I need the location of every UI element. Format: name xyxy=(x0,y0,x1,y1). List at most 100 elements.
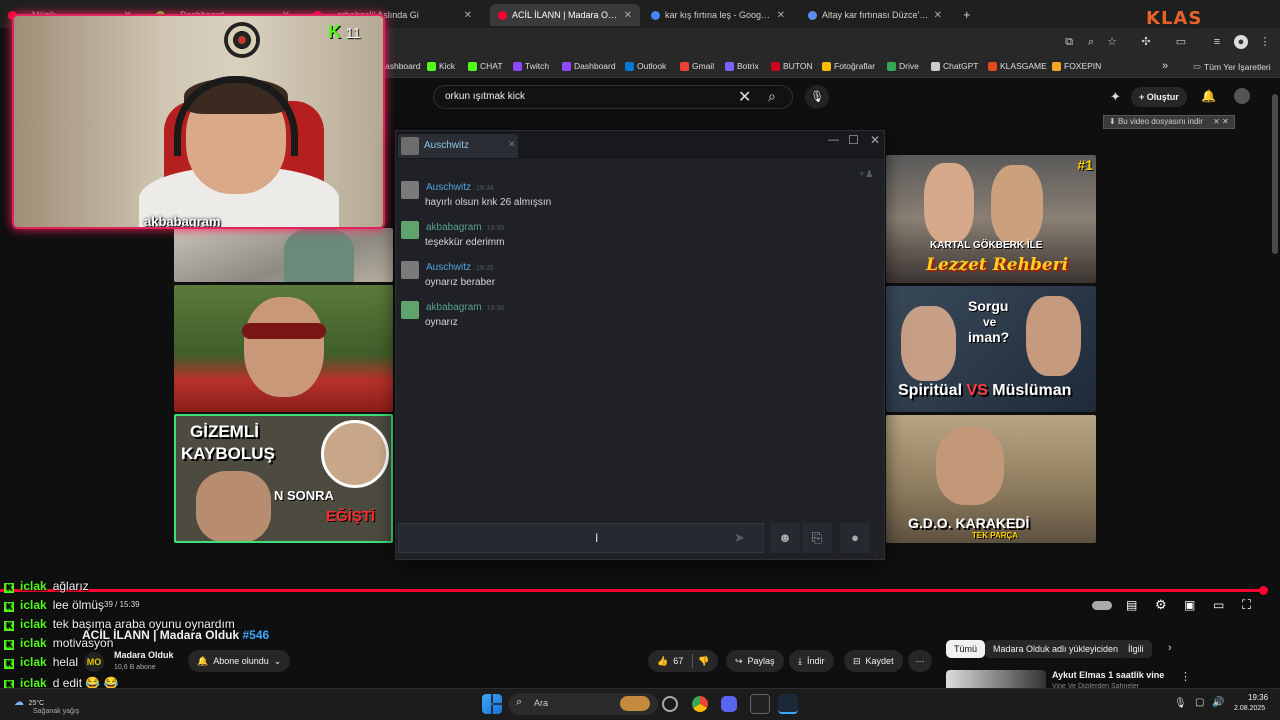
message-author[interactable]: Auschwitz 19:35 xyxy=(426,262,494,273)
chips-next-icon[interactable]: › xyxy=(1168,642,1172,654)
clock-date[interactable]: 2.08.2025 xyxy=(1234,705,1265,712)
close-window-icon[interactable]: ✕ xyxy=(870,133,880,147)
message-author[interactable]: Auschwitz 19:34 xyxy=(426,182,494,193)
download-button[interactable]: ⤓ İndir xyxy=(789,650,834,672)
page-scrollbar[interactable] xyxy=(1272,94,1278,254)
search-icon[interactable]: ⌕ xyxy=(768,88,776,105)
bookmarks-more[interactable]: » xyxy=(1162,60,1168,72)
create-button[interactable]: + Oluştur xyxy=(1131,87,1187,107)
media-icon[interactable]: ≡ xyxy=(1210,35,1224,49)
bookmark-item[interactable]: Gmail xyxy=(680,61,714,71)
thumbnail-right-2[interactable]: Sorgu ve iman? Spiritüal VS Müslüman xyxy=(886,286,1096,412)
weather-widget[interactable]: ☁ 25°C Sağanak yağış xyxy=(14,692,79,715)
message-avatar[interactable] xyxy=(401,181,419,199)
miniplayer-icon[interactable]: ▣ xyxy=(1184,598,1195,612)
more-actions-button[interactable]: ⋯ xyxy=(908,650,932,672)
close-tab-icon[interactable]: ✕ xyxy=(464,10,472,21)
thumbnail-left-1[interactable] xyxy=(174,228,393,282)
banner-close-icon[interactable]: ⨯ ✕ xyxy=(1213,117,1229,126)
obs-icon[interactable] xyxy=(750,694,770,714)
filter-chip[interactable]: İlgili xyxy=(1120,640,1152,658)
maximize-icon[interactable]: ☐ xyxy=(848,133,859,147)
clear-search-icon[interactable]: ✕ xyxy=(738,87,751,107)
notifications-bell-icon[interactable]: 🔔 xyxy=(1201,89,1216,103)
subscribed-button[interactable]: 🔔 Abone olundu ⌄ xyxy=(188,650,291,672)
steam-icon[interactable] xyxy=(778,694,798,714)
discord-icon[interactable] xyxy=(721,696,737,712)
filter-chip[interactable]: Tümü xyxy=(946,640,986,658)
send-button[interactable]: ➤ xyxy=(734,530,745,546)
mic-tray-icon[interactable]: 🎙 xyxy=(1174,698,1187,709)
related-video-title[interactable]: Aykut Elmas 1 saatlik vine xyxy=(1052,670,1164,680)
emoji-button[interactable]: ☻ xyxy=(770,523,800,553)
bookmark-item[interactable]: KLASGAME xyxy=(988,61,1047,71)
bookmark-star-icon[interactable]: ☆ xyxy=(1105,35,1119,49)
new-tab-button[interactable]: + xyxy=(963,7,971,22)
chat-tab[interactable]: Auschwitz ✕ xyxy=(398,134,518,158)
bookmark-item[interactable]: FOXEPIN xyxy=(1052,61,1101,71)
download-video-banner[interactable]: ⬇ Bu video dosyasını indir ⨯ ✕ xyxy=(1103,115,1235,129)
related-video-thumb[interactable] xyxy=(946,670,1046,688)
network-tray-icon[interactable]: ▢ xyxy=(1195,697,1204,708)
settings-gear-icon[interactable]: ⚙ xyxy=(1155,597,1167,613)
bookmark-item[interactable]: Fotoğraflar xyxy=(822,61,875,71)
bookmark-item[interactable]: Outlook xyxy=(625,61,666,71)
bookmark-item[interactable]: Botrix xyxy=(725,61,759,71)
sidepanel-icon[interactable]: ▭ xyxy=(1174,35,1188,49)
browser-tab[interactable]: ACİL İLANN | Madara Olduk #5 ✕ xyxy=(490,4,640,26)
account-avatar[interactable] xyxy=(1234,88,1250,104)
channel-avatar[interactable]: MO xyxy=(84,652,104,672)
bookmark-item[interactable]: Drive xyxy=(887,61,919,71)
progress-scrubber[interactable] xyxy=(1259,586,1268,595)
thumbnail-right-1[interactable]: #1 KARTAL GÖKBERK İLE Lezzet Rehberi xyxy=(886,155,1096,283)
chrome-icon[interactable] xyxy=(692,696,708,712)
clock-time[interactable]: 19:36 xyxy=(1248,693,1268,702)
thumbnail-left-3[interactable]: GİZEMLİ KAYBOLUŞ N SONRA EĞİŞTİ xyxy=(174,414,393,543)
profile-avatar-icon[interactable]: ● xyxy=(1234,35,1248,49)
message-author[interactable]: akbabagram 19:36 xyxy=(426,302,504,313)
filter-chip[interactable]: Madara Olduk adlı yükleyiciden xyxy=(985,640,1127,658)
cast-icon[interactable]: ⧉ xyxy=(1062,35,1076,49)
save-button[interactable]: ⊟ Kaydet xyxy=(844,650,903,672)
theater-mode-icon[interactable]: ▭ xyxy=(1213,598,1224,612)
all-bookmarks-folder[interactable]: ▭ Tüm Yer İşaretleri xyxy=(1193,61,1271,72)
minimize-icon[interactable]: — xyxy=(828,134,839,146)
resize-grip-icon[interactable]: ⋰ xyxy=(874,549,881,557)
zoom-icon[interactable]: ⌕ xyxy=(1084,35,1098,49)
bookmark-item[interactable]: BUTON xyxy=(771,61,813,71)
bookmark-item[interactable]: ashboard xyxy=(385,61,420,71)
taskbar-search[interactable]: ⌕ Ara xyxy=(508,693,658,715)
voice-button[interactable]: ● xyxy=(840,523,870,553)
studio-icon[interactable]: ✦ xyxy=(1110,89,1121,105)
bookmark-item[interactable]: Twitch xyxy=(513,61,549,71)
close-tab-icon[interactable]: ✕ xyxy=(777,10,785,21)
message-avatar[interactable] xyxy=(401,301,419,319)
subtitles-icon[interactable]: ▤ xyxy=(1126,598,1137,612)
like-button[interactable]: 👍 67 👎 xyxy=(648,650,719,672)
share-button[interactable]: ↪ Paylaş xyxy=(726,650,784,672)
voice-search-mic-icon[interactable]: 🎙 xyxy=(805,85,829,109)
thumbnail-right-3[interactable]: G.D.O. KARAKEDİ TEK PARÇA xyxy=(886,415,1096,543)
message-author[interactable]: akbabagram 19:35 xyxy=(426,222,504,233)
bookmark-item[interactable]: Kick xyxy=(427,61,455,71)
thumbs-down-icon[interactable]: 👎 xyxy=(698,656,709,667)
chat-message-input[interactable]: I xyxy=(398,523,764,553)
message-avatar[interactable] xyxy=(401,221,419,239)
task-view-icon[interactable] xyxy=(662,696,678,712)
video-title-tag[interactable]: #546 xyxy=(243,628,270,642)
add-friend-icon[interactable]: +♟ xyxy=(859,169,874,180)
browser-tab[interactable]: kar kış fırtına leş - Google'da A ✕ xyxy=(643,4,793,26)
volume-tray-icon[interactable]: 🔊 xyxy=(1212,697,1224,708)
browser-menu-icon[interactable]: ⋮ xyxy=(1258,35,1272,49)
browser-tab[interactable]: Altay kar fırtınası Düzce'de etk ✕ xyxy=(800,4,950,26)
close-tab-icon[interactable]: ✕ xyxy=(934,10,942,21)
attach-button[interactable]: ⎘ xyxy=(802,523,832,553)
bookmark-item[interactable]: CHAT xyxy=(468,61,503,71)
fullscreen-icon[interactable]: ⛶ xyxy=(1242,597,1251,613)
close-tab-icon[interactable]: ✕ xyxy=(508,139,516,150)
bookmark-item[interactable]: Dashboard xyxy=(562,61,616,71)
close-tab-icon[interactable]: ✕ xyxy=(624,10,632,21)
message-avatar[interactable] xyxy=(401,261,419,279)
bookmark-item[interactable]: ChatGPT xyxy=(931,61,978,71)
thumbnail-left-2[interactable] xyxy=(174,285,393,412)
